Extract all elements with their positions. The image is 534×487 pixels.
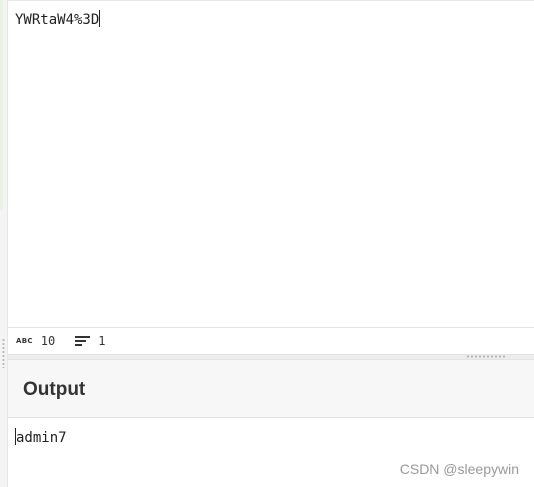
resize-handle[interactable] (466, 355, 506, 358)
input-text: YWRtaW4%3D (15, 12, 100, 28)
input-status-bar: ABC 10 1 (8, 327, 534, 354)
gutter-highlight (0, 0, 3, 210)
lines-icon (75, 335, 91, 347)
line-count: 1 (98, 334, 106, 348)
output-editor[interactable]: admin7 (15, 428, 67, 446)
watermark: CSDN @sleepywin (399, 461, 519, 477)
output-header: Output (8, 360, 534, 418)
left-gutter (0, 0, 8, 487)
input-pane[interactable]: YWRtaW4%3D (8, 0, 534, 327)
input-editor[interactable]: YWRtaW4%3D (15, 10, 101, 28)
abc-icon: ABC (16, 337, 33, 345)
char-count: 10 (40, 334, 56, 348)
gutter-drag-handle[interactable] (2, 338, 5, 368)
output-title: Output (23, 379, 86, 400)
output-text: admin7 (16, 430, 67, 446)
text-caret (99, 10, 101, 27)
